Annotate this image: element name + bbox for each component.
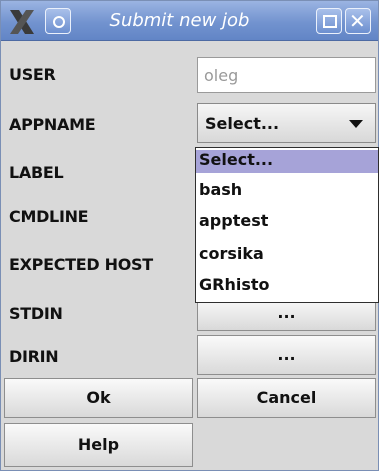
cmdline-label: CMDLINE [9, 207, 89, 226]
maximize-icon[interactable] [316, 8, 342, 34]
cancel-button-label: Cancel [256, 388, 317, 407]
dropdown-option[interactable]: apptest [196, 211, 378, 234]
user-field[interactable]: oleg [197, 57, 376, 93]
dropdown-option[interactable]: bash [196, 180, 378, 203]
expected-host-label: EXPECTED HOST [9, 255, 153, 274]
chevron-down-icon [349, 120, 363, 128]
cancel-button[interactable]: Cancel [197, 378, 376, 418]
appname-select[interactable]: Select... [197, 103, 376, 143]
help-button-label: Help [77, 435, 120, 454]
user-value: oleg [204, 66, 239, 85]
x-logo-icon[interactable] [7, 7, 37, 37]
window-title: Submit new job [109, 10, 250, 31]
appname-dropdown-list: Select... bash apptest corsika GRhisto [195, 147, 379, 303]
appname-value: Select... [205, 114, 280, 133]
ok-button-label: Ok [86, 388, 111, 407]
dirin-browse-button[interactable]: ... [197, 335, 376, 375]
title-bar[interactable]: Submit new job ✕ [1, 1, 378, 41]
label-label: LABEL [9, 163, 64, 182]
close-icon[interactable]: ✕ [345, 8, 371, 34]
appname-label: APPNAME [9, 115, 96, 134]
submit-job-window: Submit new job ✕ USER oleg APPNAME Selec… [0, 0, 379, 471]
dropdown-option[interactable]: GRhisto [196, 275, 378, 298]
help-button[interactable]: Help [4, 423, 193, 467]
dirin-label: DIRIN [9, 347, 59, 366]
close-glyph: ✕ [349, 9, 366, 33]
stdin-label: STDIN [9, 304, 63, 323]
dirin-browse-label: ... [277, 345, 296, 364]
user-label: USER [9, 65, 56, 84]
stdin-browse-label: ... [277, 303, 296, 322]
window-menu-icon[interactable] [45, 8, 71, 34]
ok-button[interactable]: Ok [4, 378, 193, 418]
dropdown-option[interactable]: Select... [196, 150, 378, 173]
dropdown-option[interactable]: corsika [196, 244, 378, 267]
